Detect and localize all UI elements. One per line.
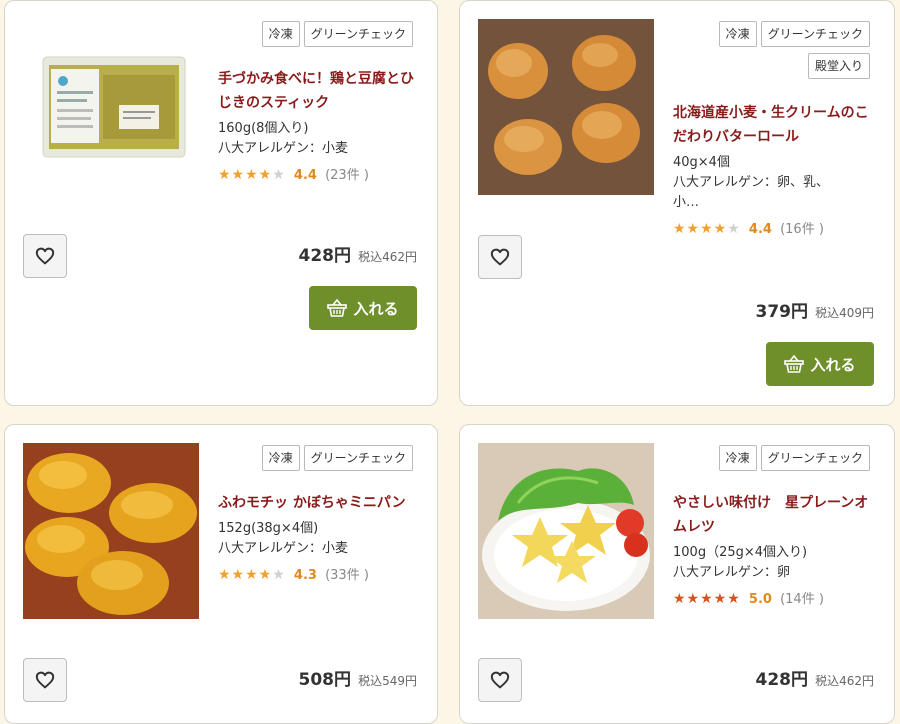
price: 428円 [298, 246, 352, 266]
price-tax-included: 税込462円 [815, 674, 874, 688]
add-to-cart-label: 入れる [810, 355, 856, 374]
product-image[interactable] [478, 443, 654, 619]
review-count: (16件 ) [780, 222, 824, 237]
product-weight: 160g(8個入り) [218, 121, 309, 136]
price: 508円 [298, 670, 352, 690]
product-allergen: 八大アレルゲン：卵、乳、小… [673, 175, 830, 210]
tag-green-check: グリーンチェック [760, 445, 870, 471]
product-title[interactable]: やさしい味付け 星プレーンオムレツ [673, 491, 873, 539]
product-card: 冷凍 グリーンチェック やさしい味付け 星プレーンオムレツ 100g（25g×4個… [459, 424, 895, 724]
product-rating[interactable]: ★★★★★ 4.3 (33件 ) [218, 565, 418, 586]
product-weight: 40g×4個 [673, 155, 730, 170]
product-card: 冷凍 グリーンチェック 手づかみ食べに！鶏と豆腐とひじきのスティック 160g(8… [4, 0, 438, 406]
product-allergen: 八大アレルゲン：小麦 [218, 141, 349, 156]
price-tax-included: 税込409円 [815, 306, 874, 320]
favorite-button[interactable] [478, 658, 522, 702]
price-row: 379円 税込409円 [756, 297, 875, 322]
favorite-button[interactable] [23, 658, 67, 702]
product-card: 冷凍 グリーンチェック ふわモチッ かぼちゃミニパン 152g(38g×4個) 八… [4, 424, 438, 724]
price-row: 428円 税込462円 [756, 665, 875, 690]
basket-icon [784, 355, 805, 373]
price: 428円 [755, 670, 809, 690]
review-count: (33件 ) [325, 568, 369, 583]
tag-list: 冷凍 グリーンチェック [670, 445, 870, 477]
basket-icon [327, 299, 348, 317]
add-to-cart-label: 入れる [353, 299, 399, 318]
product-image[interactable] [478, 19, 654, 195]
tag-frozen: 冷凍 [261, 445, 300, 471]
add-to-cart-button[interactable]: 入れる [766, 342, 874, 386]
product-title[interactable]: 北海道産小麦・生クリームのこだわりバターロール [673, 101, 873, 149]
product-image[interactable] [23, 443, 199, 619]
heart-outline-icon [490, 671, 510, 689]
product-rating[interactable]: ★★★★★ 5.0 (14件 ) [673, 589, 873, 610]
tag-green-check: グリーンチェック [303, 445, 413, 471]
price-row: 508円 税込549円 [299, 665, 418, 690]
price: 379円 [755, 302, 809, 322]
tag-green-check: グリーンチェック [760, 21, 870, 47]
product-title[interactable]: ふわモチッ かぼちゃミニパン [218, 491, 418, 515]
review-count: (23件 ) [325, 168, 369, 183]
tag-hall-of-fame: 殿堂入り [807, 53, 870, 79]
product-weight: 152g(38g×4個) [218, 521, 319, 536]
tag-frozen: 冷凍 [718, 445, 757, 471]
rating-value: 4.3 [293, 568, 317, 583]
product-allergen: 八大アレルゲン：卵 [673, 565, 791, 580]
favorite-button[interactable] [478, 235, 522, 279]
rating-value: 4.4 [748, 222, 772, 237]
product-info: やさしい味付け 星プレーンオムレツ 100g（25g×4個入り) 八大アレルゲン… [673, 491, 873, 610]
star-rating-icon: ★★★★★ [218, 167, 286, 183]
product-card: 冷凍 グリーンチェック殿堂入り 北海道産小麦・生クリームのこだわりバターロール 4… [459, 0, 895, 406]
tag-frozen: 冷凍 [718, 21, 757, 47]
review-count: (14件 ) [780, 592, 824, 607]
product-title[interactable]: 手づかみ食べに！鶏と豆腐とひじきのスティック [218, 67, 418, 115]
product-weight: 100g（25g×4個入り) [673, 545, 808, 560]
price-tax-included: 税込549円 [358, 674, 417, 688]
star-rating-icon: ★★★★★ [673, 221, 741, 237]
favorite-button[interactable] [23, 234, 67, 278]
tag-list: 冷凍 グリーンチェック [213, 445, 413, 477]
star-rating-icon: ★★★★★ [218, 567, 286, 583]
product-image[interactable] [23, 19, 199, 195]
product-rating[interactable]: ★★★★★ 4.4 (23件 ) [218, 165, 418, 186]
heart-outline-icon [35, 671, 55, 689]
rating-value: 5.0 [748, 592, 772, 607]
price-tax-included: 税込462円 [358, 250, 417, 264]
tag-frozen: 冷凍 [261, 21, 300, 47]
add-to-cart-button[interactable]: 入れる [309, 286, 417, 330]
price-row: 428円 税込462円 [299, 241, 418, 266]
product-info: 北海道産小麦・生クリームのこだわりバターロール 40g×4個 八大アレルゲン：卵… [673, 101, 873, 240]
heart-outline-icon [35, 247, 55, 265]
rating-value: 4.4 [293, 168, 317, 183]
product-allergen: 八大アレルゲン：小麦 [218, 541, 349, 556]
heart-outline-icon [490, 248, 510, 266]
product-rating[interactable]: ★★★★★ 4.4 (16件 ) [673, 219, 873, 240]
star-rating-icon: ★★★★★ [673, 591, 741, 607]
product-info: ふわモチッ かぼちゃミニパン 152g(38g×4個) 八大アレルゲン：小麦 ★… [218, 491, 418, 586]
product-info: 手づかみ食べに！鶏と豆腐とひじきのスティック 160g(8個入り) 八大アレルゲ… [218, 67, 418, 186]
tag-green-check: グリーンチェック [303, 21, 413, 47]
tag-list: 冷凍 グリーンチェック [213, 21, 413, 53]
tag-list: 冷凍 グリーンチェック殿堂入り [670, 21, 870, 85]
